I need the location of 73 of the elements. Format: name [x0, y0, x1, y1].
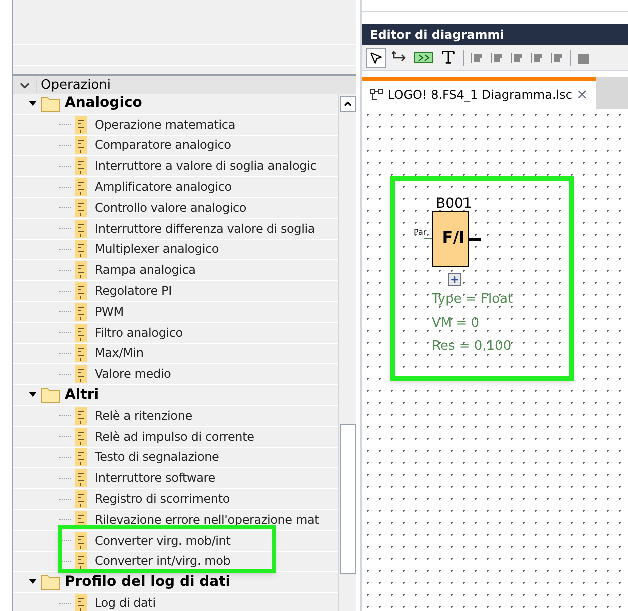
function-block-icon [75, 594, 87, 611]
expand-button[interactable] [448, 273, 461, 286]
tree-item[interactable]: Max/Min [95, 344, 144, 362]
tree-item[interactable]: Interruttore differenza valore di soglia [95, 220, 316, 238]
tree-item[interactable]: Amplificatore analogico [95, 178, 232, 196]
editor-title: Editor di diagrammi [370, 26, 504, 44]
function-block-icon [75, 302, 87, 321]
align-icon[interactable] [470, 50, 484, 64]
block-parameter: Res = 0,100 [432, 338, 513, 356]
folder-icon [41, 94, 61, 113]
tree-item[interactable]: Converter int/virg. mob [95, 552, 231, 570]
block-parameter: VM = 0 [432, 314, 481, 332]
tree-item[interactable]: Interruttore software [95, 469, 216, 488]
tree-item[interactable]: Operazione matematica [95, 116, 236, 134]
close-button[interactable]: × [576, 84, 588, 106]
function-block-icon [75, 136, 87, 154]
block-parameter: Type = Float [432, 291, 514, 309]
input-line-icon [424, 238, 432, 240]
tree-item[interactable]: PWM [95, 302, 124, 321]
tree-item[interactable]: Valore medio [95, 365, 172, 384]
function-block-icon [75, 220, 87, 238]
tree-item[interactable]: Rampa analogica [95, 261, 196, 280]
tree-item[interactable]: Rilevazione errore nell'operazione mat [95, 510, 320, 529]
tree-item[interactable]: Interruttore a valore di soglia analogic [95, 157, 317, 176]
align-icon[interactable] [510, 50, 524, 64]
block-tool-icon[interactable] [414, 50, 434, 64]
align-icon[interactable] [490, 50, 504, 64]
function-block-icon [75, 240, 87, 258]
folder-label[interactable]: Profilo del log di dati [65, 572, 231, 593]
panel-title: Operazioni [41, 77, 112, 96]
tree-item[interactable]: Testo di segnalazione [95, 448, 220, 466]
function-block-icon [75, 282, 87, 300]
function-block-icon [75, 406, 87, 425]
function-block-icon [75, 157, 87, 176]
function-block-icon [75, 552, 87, 570]
input-label: Par [414, 227, 428, 239]
tree-item[interactable]: Converter virg. mob/int [95, 532, 231, 550]
output-line-icon [469, 238, 481, 240]
tree-item[interactable]: Regolatore PI [95, 282, 172, 300]
tree-item[interactable]: Relè ad impulso di corrente [95, 428, 254, 446]
align-icon[interactable] [550, 50, 564, 64]
folder-label[interactable]: Altri [65, 384, 100, 406]
tree-item[interactable]: Log di dati [95, 594, 156, 611]
diagram-tab[interactable]: LOGO! 8.FS4_1 Diagramma.lsc × [362, 77, 596, 109]
function-block-icon [75, 490, 87, 508]
function-block[interactable]: F/I [432, 211, 469, 267]
function-block-icon [75, 532, 87, 550]
function-block-icon [75, 178, 87, 196]
tree-item[interactable]: Filtro analogico [95, 324, 183, 342]
function-block-icon [75, 324, 87, 342]
align-icon[interactable] [530, 50, 544, 64]
function-block-icon [75, 448, 87, 466]
tree-item[interactable]: Comparatore analogico [95, 136, 232, 154]
function-block-icon [75, 469, 87, 488]
tree-item[interactable]: Controllo valore analogico [95, 198, 247, 217]
diagram-icon [370, 89, 384, 101]
folder-icon [41, 573, 61, 592]
text-tool-icon[interactable] [440, 49, 457, 66]
folder-label[interactable]: Analogico [65, 94, 142, 114]
tree-item[interactable]: Multiplexer analogico [95, 240, 219, 258]
function-block-icon [75, 116, 87, 134]
scroll-up-icon[interactable] [342, 99, 352, 109]
block-id: B001 [436, 197, 474, 211]
plus-icon [450, 274, 460, 284]
folder-icon [41, 386, 61, 404]
function-block-icon [75, 344, 87, 362]
function-block-icon [75, 428, 87, 446]
function-block-icon [75, 198, 87, 217]
function-block-icon [75, 365, 87, 384]
function-block-icon [75, 261, 87, 280]
pointer-tool-icon[interactable] [366, 48, 386, 68]
tree-item[interactable]: Relè a ritenzione [95, 406, 192, 425]
tree-item[interactable]: Registro di scorrimento [95, 490, 230, 508]
